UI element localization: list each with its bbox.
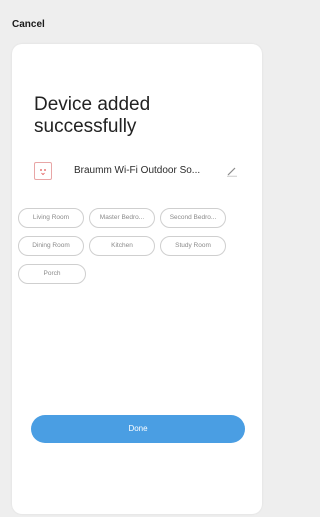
done-button[interactable]: Done	[31, 415, 245, 443]
room-chip-kitchen[interactable]: Kitchen	[89, 236, 155, 256]
room-chip-master-bedroom[interactable]: Master Bedro...	[89, 208, 155, 228]
page-title: Device added successfully	[34, 94, 151, 137]
pencil-icon[interactable]	[225, 164, 239, 178]
room-chip-porch[interactable]: Porch	[18, 264, 86, 284]
device-name: Braumm Wi-Fi Outdoor So...	[74, 165, 201, 176]
room-chip-dining-room[interactable]: Dining Room	[18, 236, 84, 256]
room-chip-living-room[interactable]: Living Room	[18, 208, 84, 228]
room-chip-study-room[interactable]: Study Room	[160, 236, 226, 256]
cancel-button[interactable]: Cancel	[12, 19, 45, 30]
device-row: Braumm Wi-Fi Outdoor So...	[28, 162, 248, 182]
top-bar: Cancel	[0, 0, 275, 40]
content-card: Device added successfully Braumm Wi-Fi O…	[12, 44, 262, 514]
room-chip-second-bedroom[interactable]: Second Bedro...	[160, 208, 226, 228]
smart-plug-icon	[34, 162, 52, 180]
